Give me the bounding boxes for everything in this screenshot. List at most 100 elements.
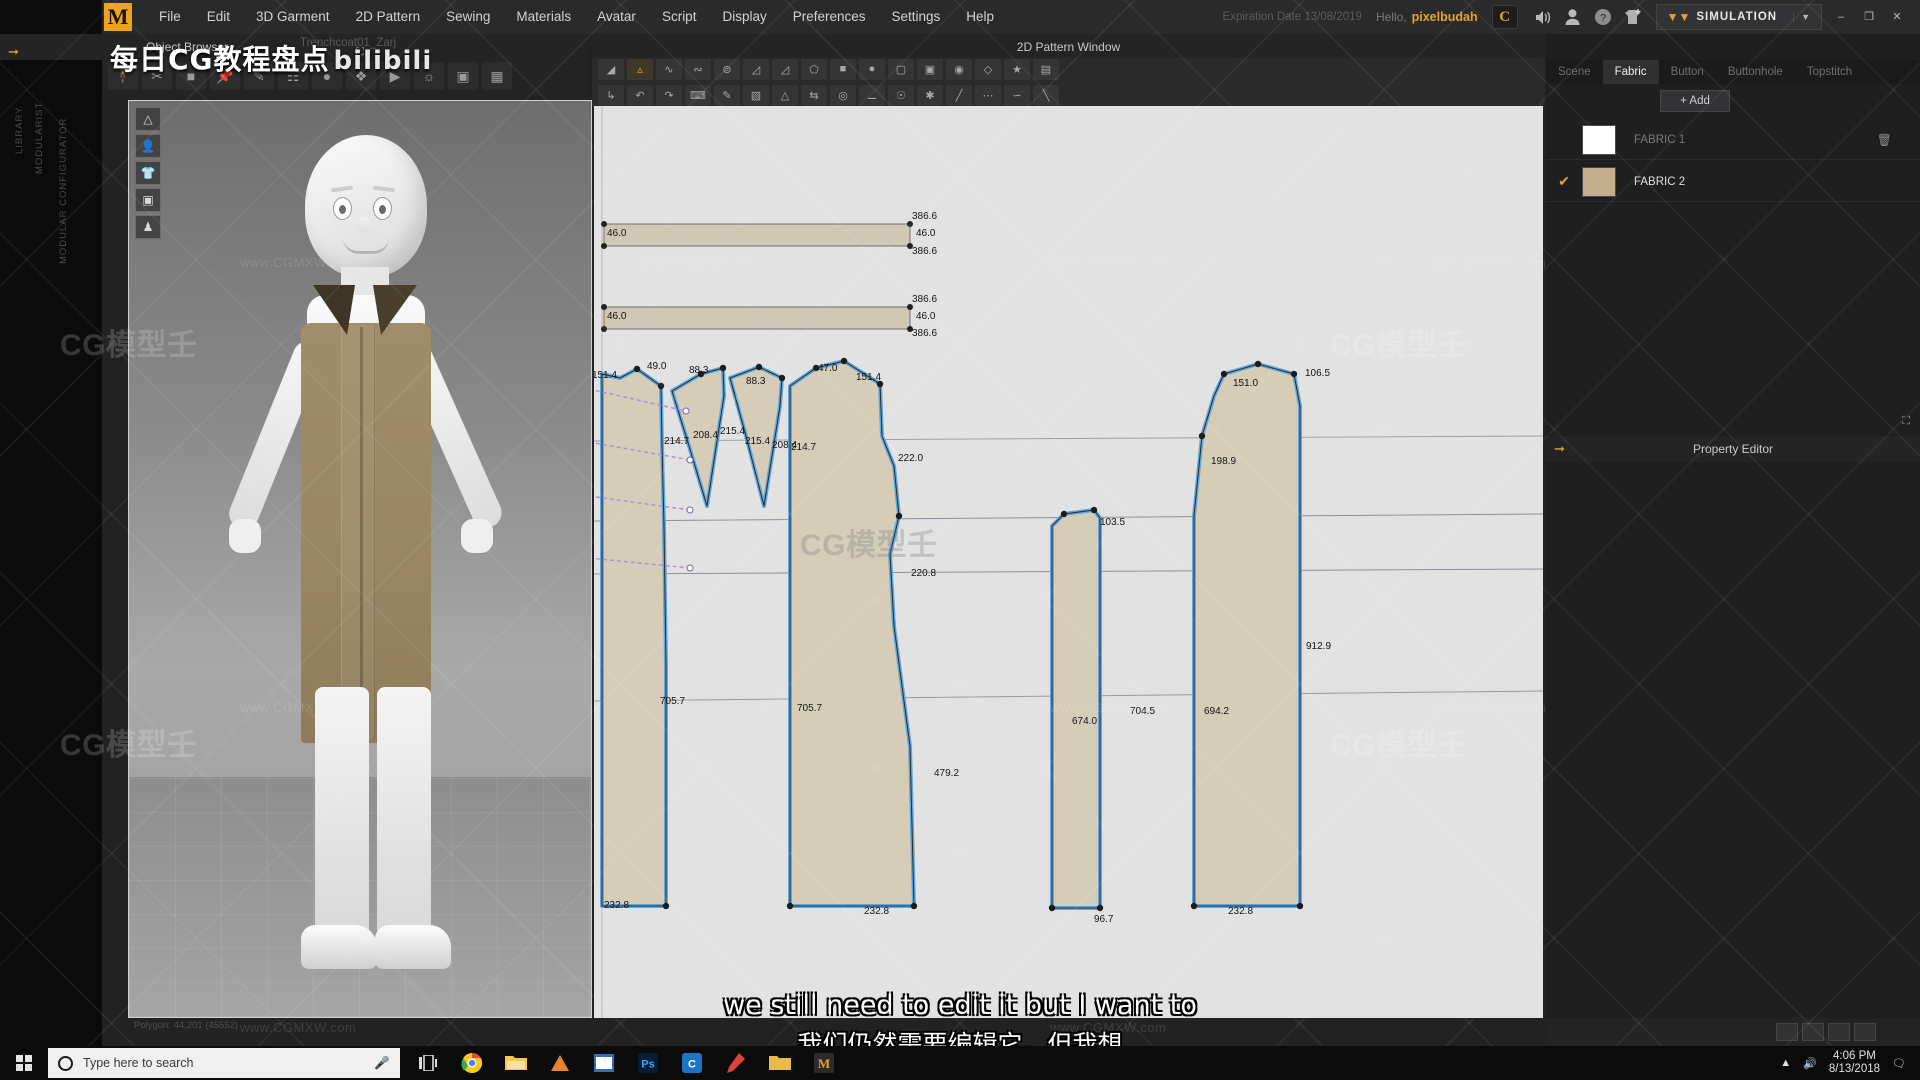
trash-icon[interactable]: 🗑: [1877, 133, 1892, 147]
clo-cloud-icon[interactable]: C: [1491, 5, 1518, 29]
sewing-icon[interactable]: ↳: [598, 84, 624, 106]
inner-rectangle-icon[interactable]: ▣: [917, 58, 943, 80]
grid-tool-icon[interactable]: ▦: [482, 62, 512, 90]
app-logo[interactable]: M: [104, 3, 132, 31]
clo-icon[interactable]: C: [670, 1046, 714, 1080]
tab-scene[interactable]: Scene: [1546, 60, 1603, 84]
fabric-row-1[interactable]: FABRIC 1 🗑: [1546, 120, 1920, 160]
3d-garment-viewport[interactable]: △ 👤 👕 ▣ ♟: [128, 100, 592, 1018]
chrome-icon[interactable]: [450, 1046, 494, 1080]
fusible-icon[interactable]: ▧: [743, 84, 769, 106]
rectangle-icon[interactable]: ■: [830, 58, 856, 80]
tab-topstitch[interactable]: Topstitch: [1795, 60, 1864, 84]
segment-sewing-icon[interactable]: ↷: [656, 84, 682, 106]
strip-label-modular-configurator[interactable]: MODULAR CONFIGURATOR: [58, 118, 69, 264]
windows-start-icon[interactable]: [0, 1046, 48, 1080]
grading-icon[interactable]: △: [772, 84, 798, 106]
avatar-visibility-icon[interactable]: 👤: [135, 134, 161, 158]
file-explorer-icon[interactable]: [494, 1046, 538, 1080]
mode-dropdown-arrow-icon[interactable]: ▼: [1793, 12, 1817, 22]
strip-label-library[interactable]: LIBRARY: [14, 107, 25, 154]
volume-icon[interactable]: 🔊: [1803, 1057, 1817, 1070]
action-center-icon[interactable]: 🗨: [1892, 1057, 1906, 1070]
menu-3d-garment[interactable]: 3D Garment: [243, 0, 343, 34]
autodesk-icon[interactable]: [538, 1046, 582, 1080]
snap-icon[interactable]: ☉: [888, 84, 914, 106]
circle-icon[interactable]: ●: [859, 58, 885, 80]
add-garment-icon[interactable]: [1618, 0, 1648, 34]
tab-buttonhole[interactable]: Buttonhole: [1716, 60, 1795, 84]
menu-display[interactable]: Display: [709, 0, 779, 34]
trace-polygon-icon[interactable]: ◿: [772, 58, 798, 80]
add-point-split-icon[interactable]: ∾: [685, 58, 711, 80]
folder-icon[interactable]: [758, 1046, 802, 1080]
add-fabric-button[interactable]: + Add: [1660, 90, 1730, 112]
buttonhole-icon[interactable]: ⚊: [859, 84, 885, 106]
polygon-icon[interactable]: ⬠: [801, 58, 827, 80]
chevron-up-icon[interactable]: ▲: [1780, 1057, 1791, 1069]
popout-icon[interactable]: ⛶: [1902, 415, 1910, 428]
search-input[interactable]: Type here to search 🎤: [48, 1048, 400, 1078]
photoshop-icon[interactable]: Ps: [626, 1046, 670, 1080]
trim-icon[interactable]: ✱: [917, 84, 943, 106]
arrow-right-icon[interactable]: ➞: [1554, 441, 1565, 457]
task-view-icon[interactable]: [406, 1046, 450, 1080]
garment-visibility-icon[interactable]: 👕: [135, 161, 161, 185]
check-sewing-icon[interactable]: ⌨: [685, 84, 711, 106]
button-icon[interactable]: ◎: [830, 84, 856, 106]
edit-curvature-icon[interactable]: ∿: [656, 58, 682, 80]
restore-button[interactable]: ❐: [1856, 7, 1882, 27]
speaker-icon[interactable]: [1528, 0, 1558, 34]
pleat-icon[interactable]: ▤: [1033, 58, 1059, 80]
menu-materials[interactable]: Materials: [503, 0, 584, 34]
pen-icon[interactable]: [714, 1046, 758, 1080]
mirror-point-icon[interactable]: ⊜: [714, 58, 740, 80]
puckering-icon[interactable]: ╲: [1033, 84, 1059, 106]
fabric-1-name[interactable]: FABRIC 1: [1634, 134, 1685, 146]
flip-icon[interactable]: ⇆: [801, 84, 827, 106]
help-icon[interactable]: ?: [1588, 0, 1618, 34]
texture-visibility-icon[interactable]: ▣: [135, 188, 161, 212]
username-label[interactable]: pixelbudah: [1412, 10, 1478, 24]
tab-fabric[interactable]: Fabric: [1602, 60, 1659, 84]
menu-edit[interactable]: Edit: [194, 0, 243, 34]
edit-pattern-icon[interactable]: ◢: [598, 58, 624, 80]
line-topstitch-icon[interactable]: ⋯: [975, 84, 1001, 106]
pose-icon[interactable]: ♟: [135, 215, 161, 239]
person-icon[interactable]: [1558, 0, 1588, 34]
lining-icon[interactable]: ★: [1004, 58, 1030, 80]
fabric-1-swatch[interactable]: [1582, 124, 1616, 155]
snapshot-tool-icon[interactable]: ▣: [448, 62, 478, 90]
topstitch-icon[interactable]: ╱: [946, 84, 972, 106]
2d-pattern-canvas[interactable]: 386.6 46.0 46.0 386.6 386.6 46.0 46.0 38…: [594, 106, 1543, 1018]
edit-sewing-icon[interactable]: ✎: [714, 84, 740, 106]
marvelous-designer-icon[interactable]: M: [802, 1046, 846, 1080]
strip-label-modularist[interactable]: MODULARIST: [34, 102, 45, 174]
menu-avatar[interactable]: Avatar: [584, 0, 649, 34]
menu-settings[interactable]: Settings: [879, 0, 954, 34]
menu-2d-pattern[interactable]: 2D Pattern: [343, 0, 434, 34]
seam-topstitch-icon[interactable]: ∽: [1004, 84, 1030, 106]
microphone-icon[interactable]: 🎤: [374, 1056, 390, 1071]
free-sewing-icon[interactable]: ↶: [627, 84, 653, 106]
taskbar-clock[interactable]: 4:06 PM 8/13/2018: [1829, 1050, 1880, 1076]
mode-selector[interactable]: ▼▼ SIMULATION ▼: [1655, 4, 1822, 30]
fabric-2-name[interactable]: FABRIC 2: [1634, 176, 1685, 188]
fabric-2-swatch[interactable]: [1582, 166, 1616, 197]
tab-button[interactable]: Button: [1659, 60, 1716, 84]
avatar[interactable]: [189, 127, 539, 997]
minimize-button[interactable]: –: [1828, 7, 1854, 27]
menu-sewing[interactable]: Sewing: [433, 0, 503, 34]
fabric-2-check[interactable]: ✔: [1546, 173, 1582, 190]
inner-circle-icon[interactable]: ◉: [946, 58, 972, 80]
dart-icon[interactable]: ◇: [975, 58, 1001, 80]
menu-script[interactable]: Script: [649, 0, 710, 34]
menu-help[interactable]: Help: [953, 0, 1007, 34]
menu-file[interactable]: File: [146, 0, 194, 34]
menu-preferences[interactable]: Preferences: [780, 0, 879, 34]
fabric-row-2[interactable]: ✔ FABRIC 2: [1546, 162, 1920, 202]
inner-polygon-icon[interactable]: ▢: [888, 58, 914, 80]
fold-polygon-icon[interactable]: ◿: [743, 58, 769, 80]
edit-curve-point-icon[interactable]: ▵: [627, 58, 653, 80]
select-mesh-icon[interactable]: △: [135, 107, 161, 131]
